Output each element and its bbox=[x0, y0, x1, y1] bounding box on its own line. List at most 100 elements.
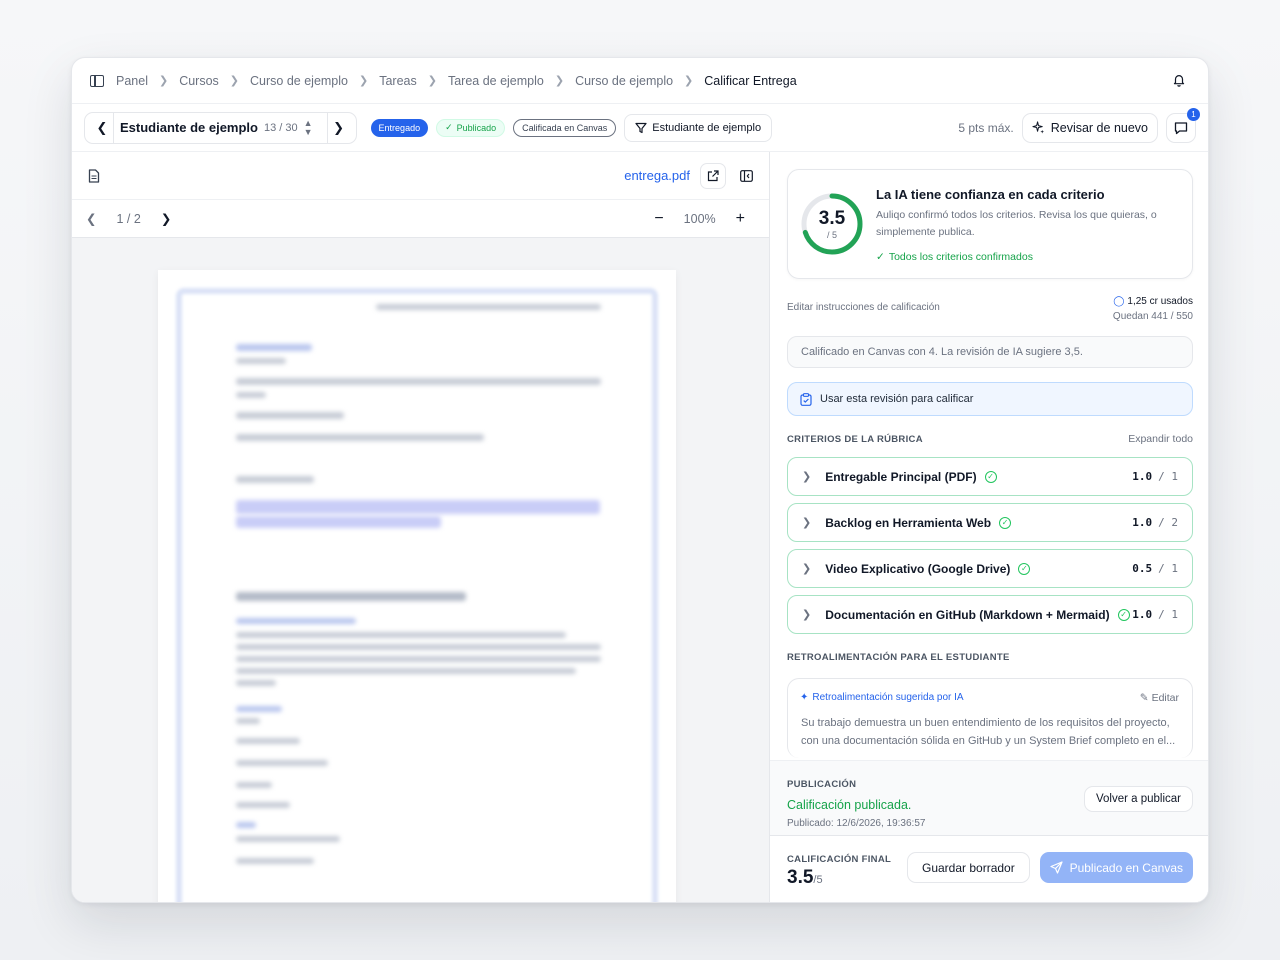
criterion-label: Entregable Principal (PDF) bbox=[825, 469, 977, 484]
breadcrumb: Panel ❯ Cursos ❯ Curso de ejemplo ❯ Tare… bbox=[116, 74, 797, 88]
chevron-right-icon: ❯ bbox=[158, 75, 169, 87]
ring-score: 3.5 bbox=[818, 208, 846, 229]
criterion-label: Backlog en Herramienta Web bbox=[825, 515, 992, 530]
divider bbox=[113, 111, 114, 144]
chevron-right-icon: ❯ bbox=[802, 609, 812, 621]
republish-button[interactable]: Volver a publicar bbox=[1083, 786, 1193, 812]
student-count: 13 / 30 bbox=[263, 121, 298, 134]
next-page-button[interactable]: ❯ bbox=[161, 211, 171, 226]
chevron-right-icon: ❯ bbox=[358, 75, 369, 87]
edit-feedback-label: Editar bbox=[1151, 692, 1179, 704]
rubric-criterion[interactable]: ❯ Entregable Principal (PDF) ✓ 1.0 / 1 bbox=[787, 457, 1193, 496]
credits-used: 1,25 cr usados bbox=[1127, 296, 1193, 307]
chevron-right-icon: ❯ bbox=[427, 75, 437, 87]
blurred-line bbox=[236, 378, 601, 385]
status-badge-published: ✓ Publicado bbox=[436, 118, 506, 137]
rubric-criterion[interactable]: ❯ Documentación en GitHub (Markdown + Me… bbox=[787, 595, 1193, 634]
breadcrumb-cursos[interactable]: Cursos bbox=[179, 74, 219, 88]
canvas-grade-note: Calificado en Canvas con 4. La revisión … bbox=[787, 336, 1193, 368]
rubric-section-title: CRITERIOS DE LA RÚBRICA bbox=[787, 434, 923, 445]
blurred-line bbox=[236, 358, 286, 364]
prev-page-button[interactable]: ❮ bbox=[86, 211, 96, 226]
posted-label: Publicado en Canvas bbox=[1069, 860, 1183, 875]
confidence-status: ✓ Todos los criterios confirmados bbox=[876, 251, 1033, 263]
coins-icon: ◯ bbox=[1113, 296, 1125, 307]
edit-feedback-button[interactable]: ✎ Editar bbox=[1140, 692, 1179, 704]
file-name-link[interactable]: entrega.pdf bbox=[624, 168, 690, 183]
save-draft-button[interactable]: Guardar borrador bbox=[907, 852, 1030, 883]
use-review-button[interactable]: Usar esta revisión para calificar bbox=[787, 382, 1193, 416]
student-navigator: ❮ Estudiante de ejemplo 13 / 30 ▲ ▼ ❯ bbox=[84, 111, 357, 144]
blurred-highlight bbox=[236, 500, 600, 514]
publication-section: PUBLICACIÓN Calificación publicada. Publ… bbox=[770, 760, 1208, 836]
expand-all-link[interactable]: Expandir todo bbox=[1128, 433, 1193, 445]
breadcrumb-curso-2[interactable]: Curso de ejemplo bbox=[575, 74, 673, 88]
feedback-text[interactable]: Su trabajo demuestra un buen entendimien… bbox=[801, 714, 1181, 750]
review-again-button[interactable]: Revisar de nuevo bbox=[1021, 112, 1158, 143]
blurred-line bbox=[236, 802, 290, 808]
document-page bbox=[158, 270, 676, 902]
blurred-line bbox=[236, 656, 601, 662]
blurred-line bbox=[236, 760, 328, 766]
blurred-line bbox=[236, 618, 356, 624]
filter-icon bbox=[635, 122, 647, 133]
grading-panel: 3.5 / 5 La IA tiene confianza en cada cr… bbox=[770, 152, 1208, 902]
chevron-right-icon: ❯ bbox=[802, 471, 812, 483]
comments-button[interactable]: 1 bbox=[1166, 107, 1200, 143]
criterion-score[interactable]: 1.0 bbox=[1132, 516, 1152, 529]
sidebar-toggle-icon[interactable] bbox=[90, 74, 104, 87]
page-indicator: 1 / 2 bbox=[116, 211, 141, 226]
check-circle-icon: ✓ bbox=[984, 470, 997, 483]
check-circle-icon: ✓ bbox=[999, 516, 1012, 529]
next-student-button[interactable]: ❯ bbox=[328, 120, 350, 136]
blurred-line bbox=[236, 476, 314, 483]
chevron-right-icon: ❯ bbox=[802, 517, 812, 529]
breadcrumb-tareas[interactable]: Tareas bbox=[379, 74, 417, 88]
ring-max: / 5 bbox=[826, 230, 837, 240]
blurred-highlight bbox=[236, 516, 441, 528]
posted-to-canvas-button[interactable]: Publicado en Canvas bbox=[1039, 852, 1193, 883]
zoom-in-button[interactable]: + bbox=[736, 210, 745, 228]
chevron-right-icon: ❯ bbox=[802, 563, 812, 575]
prev-student-button[interactable]: ❮ bbox=[91, 120, 113, 136]
criterion-score[interactable]: 1.0 bbox=[1132, 608, 1152, 621]
chevron-up-down-icon[interactable]: ▲ ▼ bbox=[304, 118, 313, 137]
clipboard-check-icon bbox=[800, 392, 812, 406]
feedback-section-title: RETROALIMENTACIÓN PARA EL ESTUDIANTE bbox=[787, 652, 1010, 663]
sparkles-icon: ✦ bbox=[800, 692, 809, 703]
max-points: 5 pts máx. bbox=[958, 120, 1014, 135]
breadcrumb-tarea[interactable]: Tarea de ejemplo bbox=[448, 74, 544, 88]
check-circle-icon: ✓ bbox=[1018, 562, 1031, 575]
open-external-button[interactable] bbox=[700, 162, 726, 189]
blurred-line bbox=[236, 706, 282, 712]
bell-icon[interactable] bbox=[1172, 73, 1186, 87]
final-grade-max: /5 bbox=[813, 874, 823, 886]
rubric-criterion[interactable]: ❯ Backlog en Herramienta Web ✓ 1.0 / 2 bbox=[787, 503, 1193, 542]
viewer-header: entrega.pdf bbox=[72, 152, 769, 200]
final-grade-section: CALIFICACIÓN FINAL 3.5/5 Guardar borrado… bbox=[770, 836, 1208, 902]
blurred-line bbox=[376, 304, 601, 310]
breadcrumb-curso[interactable]: Curso de ejemplo bbox=[250, 74, 348, 88]
chevron-right-icon: ❯ bbox=[554, 75, 565, 87]
chevron-right-icon: ❯ bbox=[684, 75, 694, 87]
ai-feedback-label: ✦ Retroalimentación sugerida por IA bbox=[800, 692, 964, 703]
status-published-label: Publicado bbox=[456, 122, 497, 133]
edit-instructions-link[interactable]: Editar instrucciones de calificación bbox=[787, 302, 940, 313]
grading-toolbar: ❮ Estudiante de ejemplo 13 / 30 ▲ ▼ ❯ Ent… bbox=[72, 104, 1208, 152]
credits-remaining: Quedan 441 / 550 bbox=[1112, 311, 1193, 322]
app-window: Panel ❯ Cursos ❯ Curso de ejemplo ❯ Tare… bbox=[71, 57, 1209, 903]
publication-date: Publicado: 12/6/2026, 19:36:57 bbox=[787, 818, 926, 829]
sparkles-icon bbox=[1032, 121, 1044, 134]
zoom-out-button[interactable]: − bbox=[654, 210, 663, 228]
student-name[interactable]: Estudiante de ejemplo bbox=[120, 120, 258, 135]
criterion-max: / 1 bbox=[1158, 608, 1178, 621]
criterion-score[interactable]: 1.0 bbox=[1132, 470, 1152, 483]
criterion-score[interactable]: 0.5 bbox=[1132, 562, 1152, 575]
criterion-max: / 1 bbox=[1158, 562, 1178, 575]
credits-used-row: ◯ 1,25 cr usados bbox=[1113, 294, 1193, 309]
rubric-criterion[interactable]: ❯ Video Explicativo (Google Drive) ✓ 0.5… bbox=[787, 549, 1193, 588]
breadcrumb-panel[interactable]: Panel bbox=[116, 74, 148, 88]
collapse-panel-icon[interactable] bbox=[740, 169, 753, 182]
student-filter-button[interactable]: Estudiante de ejemplo bbox=[624, 113, 773, 142]
blurred-line bbox=[236, 632, 566, 638]
